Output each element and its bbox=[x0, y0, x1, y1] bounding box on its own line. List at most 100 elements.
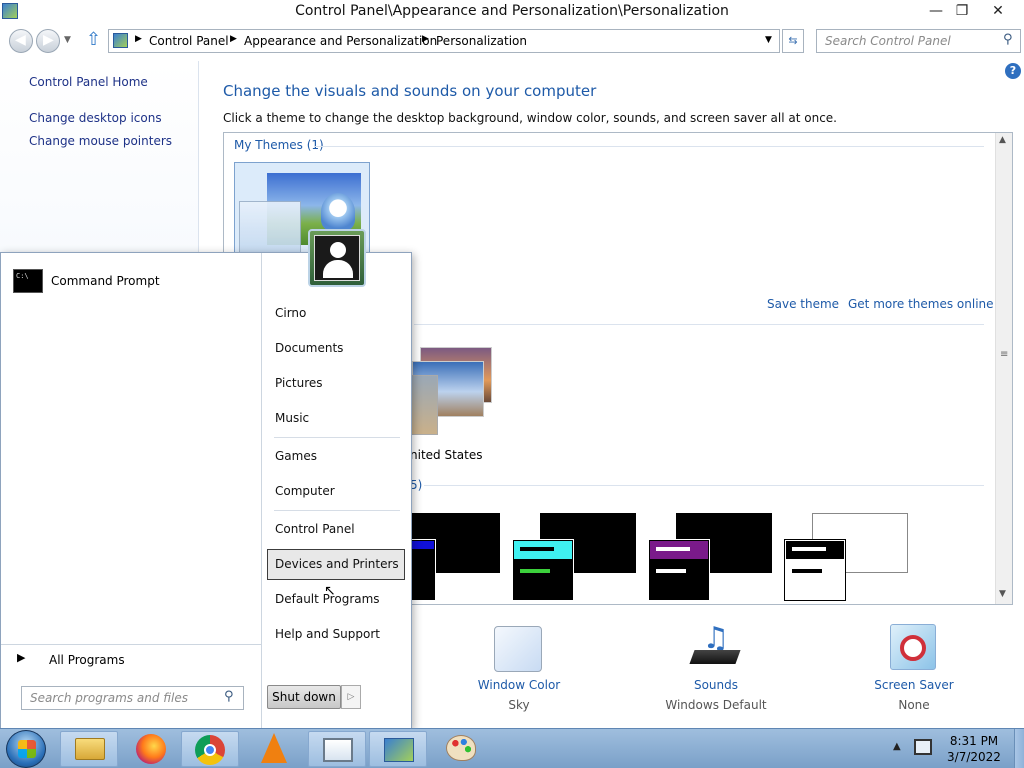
taskbar-paint-button[interactable] bbox=[432, 731, 490, 767]
show-desktop-button[interactable] bbox=[1014, 729, 1024, 768]
start-item-control-panel[interactable]: Control Panel bbox=[274, 515, 406, 543]
windows-logo-icon bbox=[18, 740, 36, 758]
start-item-computer[interactable]: Computer bbox=[274, 477, 406, 505]
high-contrast-2-theme-thumbnail[interactable] bbox=[648, 513, 774, 604]
clock-time[interactable]: 8:31 PM bbox=[934, 734, 1014, 748]
shutdown-label[interactable]: Shut down bbox=[272, 690, 336, 704]
breadcrumb-chevron-icon[interactable]: ▶ bbox=[422, 34, 429, 44]
breadcrumb-control-panel[interactable]: Control Panel bbox=[149, 34, 229, 48]
recent-pages-dropdown[interactable]: ▼ bbox=[64, 35, 71, 45]
high-contrast-1-theme-thumbnail[interactable] bbox=[512, 513, 638, 604]
theme-list-scrollbar[interactable]: ▲ ≡ ▼ bbox=[995, 133, 1012, 604]
taskbar-firefox-button[interactable] bbox=[122, 731, 180, 767]
pinned-program-command-prompt[interactable]: C:\ Command Prompt bbox=[9, 267, 253, 295]
scroll-up-arrow-icon[interactable]: ▲ bbox=[999, 135, 1006, 145]
window-color-label[interactable]: Window Color bbox=[460, 678, 578, 692]
change-desktop-icons-link[interactable]: Change desktop icons bbox=[29, 111, 162, 125]
scroll-down-arrow-icon[interactable]: ▼ bbox=[999, 589, 1006, 599]
breadcrumb-chevron-icon[interactable]: ▶ bbox=[135, 34, 142, 44]
search-icon[interactable]: ⚲ bbox=[224, 689, 234, 704]
back-button[interactable]: ◀ bbox=[9, 29, 33, 53]
chrome-icon bbox=[195, 735, 225, 765]
window-color-icon bbox=[494, 626, 542, 672]
no-symbol-icon bbox=[900, 635, 926, 661]
forward-button[interactable]: ▶ bbox=[36, 29, 60, 53]
start-item-help-and-support[interactable]: Help and Support bbox=[274, 620, 406, 648]
title-bar: Control Panel\Appearance and Personaliza… bbox=[0, 0, 1024, 24]
refresh-button[interactable]: ⇆ bbox=[782, 29, 804, 53]
command-prompt-label[interactable]: Command Prompt bbox=[51, 274, 160, 288]
theme-text-preview bbox=[792, 547, 826, 551]
start-item-documents[interactable]: Documents bbox=[274, 334, 406, 362]
taskbar-explorer-button[interactable] bbox=[60, 731, 118, 767]
restore-button[interactable]: ❐ bbox=[946, 0, 978, 22]
start-orb-button[interactable] bbox=[6, 730, 46, 768]
theme-text-preview bbox=[520, 547, 554, 551]
control-panel-icon bbox=[384, 738, 414, 762]
address-bar[interactable]: ▶ Control Panel ▶ Appearance and Persona… bbox=[108, 29, 780, 53]
taskbar-control-panel-button[interactable] bbox=[369, 731, 427, 767]
control-panel-home-link[interactable]: Control Panel Home bbox=[29, 75, 148, 89]
start-item-games[interactable]: Games bbox=[274, 442, 406, 470]
play-arrow-icon: ▶ bbox=[17, 651, 26, 664]
high-contrast-white-theme-thumbnail[interactable] bbox=[784, 513, 910, 604]
shutdown-button[interactable]: Shut down bbox=[267, 685, 341, 709]
get-more-themes-link[interactable]: Get more themes online bbox=[848, 297, 994, 311]
start-item-default-programs[interactable]: Default Programs bbox=[274, 585, 406, 613]
start-menu-places-pane: Cirno Documents Pictures Music Games Com… bbox=[262, 229, 411, 728]
taskbar-chrome-button[interactable] bbox=[181, 731, 239, 767]
all-programs-label[interactable]: All Programs bbox=[49, 653, 125, 667]
network-icon[interactable] bbox=[914, 739, 932, 755]
taskbar-vlc-button[interactable] bbox=[245, 731, 303, 767]
window-title: Control Panel\Appearance and Personaliza… bbox=[295, 3, 729, 19]
page-subtext: Click a theme to change the desktop back… bbox=[223, 111, 837, 125]
search-icon[interactable]: ⚲ bbox=[1003, 32, 1013, 47]
menu-separator bbox=[274, 437, 400, 438]
start-item-music[interactable]: Music bbox=[274, 404, 406, 432]
firefox-icon bbox=[136, 734, 166, 764]
up-folder-button[interactable]: ⇧ bbox=[86, 29, 101, 50]
divider-line bbox=[414, 324, 984, 325]
start-search-box[interactable]: Search programs and files ⚲ bbox=[21, 686, 244, 710]
window-color-value: Sky bbox=[508, 698, 530, 712]
close-button[interactable]: ✕ bbox=[982, 0, 1014, 22]
sounds-setting[interactable]: ♫ Sounds Windows Default bbox=[656, 622, 776, 716]
scroll-thumb-grip-icon[interactable]: ≡ bbox=[1000, 349, 1008, 360]
screen-saver-setting[interactable]: Screen Saver None bbox=[856, 622, 972, 716]
user-avatar[interactable] bbox=[308, 229, 366, 287]
keyboard-icon bbox=[689, 650, 741, 664]
screen-saver-label[interactable]: Screen Saver bbox=[856, 678, 972, 692]
change-mouse-pointers-link[interactable]: Change mouse pointers bbox=[29, 134, 172, 148]
start-item-devices-and-printers[interactable]: Devices and Printers bbox=[267, 549, 405, 580]
show-hidden-icons-button[interactable]: ▲ bbox=[893, 741, 901, 752]
clock-date[interactable]: 3/7/2022 bbox=[934, 750, 1014, 764]
basic-theme-thumbnail[interactable] bbox=[410, 513, 502, 603]
united-states-theme-thumbnail[interactable] bbox=[404, 345, 499, 441]
folder-icon bbox=[75, 738, 105, 760]
theme-text-preview bbox=[792, 569, 822, 573]
vlc-icon bbox=[261, 733, 287, 763]
save-theme-link[interactable]: Save theme bbox=[767, 297, 839, 311]
theme-text-preview bbox=[656, 569, 686, 573]
shutdown-options-button[interactable]: ▷ bbox=[341, 685, 361, 709]
theme-text-preview bbox=[656, 547, 690, 551]
start-item-pictures[interactable]: Pictures bbox=[274, 369, 406, 397]
start-search-placeholder[interactable]: Search programs and files bbox=[30, 691, 188, 705]
breadcrumb-appearance[interactable]: Appearance and Personalization bbox=[244, 34, 437, 48]
search-control-panel-box[interactable]: Search Control Panel ⚲ bbox=[816, 29, 1021, 53]
divider-line bbox=[424, 485, 984, 486]
user-silhouette-icon bbox=[314, 235, 360, 281]
start-item-cirno[interactable]: Cirno bbox=[274, 299, 406, 327]
help-icon[interactable]: ? bbox=[1005, 63, 1021, 79]
control-panel-icon bbox=[113, 33, 128, 48]
mouse-cursor-icon: ↖ bbox=[324, 583, 336, 599]
window-color-setting[interactable]: Window Color Sky bbox=[460, 622, 578, 716]
search-input-placeholder[interactable]: Search Control Panel bbox=[825, 34, 951, 48]
all-programs-button[interactable]: ▶ All Programs bbox=[11, 649, 251, 671]
sounds-label[interactable]: Sounds bbox=[656, 678, 776, 692]
theme-text-preview bbox=[520, 569, 550, 573]
taskbar-performance-monitor-button[interactable] bbox=[308, 731, 366, 767]
address-dropdown-icon[interactable]: ▼ bbox=[765, 35, 772, 45]
breadcrumb-personalization[interactable]: Personalization bbox=[436, 34, 527, 48]
breadcrumb-chevron-icon[interactable]: ▶ bbox=[230, 34, 237, 44]
